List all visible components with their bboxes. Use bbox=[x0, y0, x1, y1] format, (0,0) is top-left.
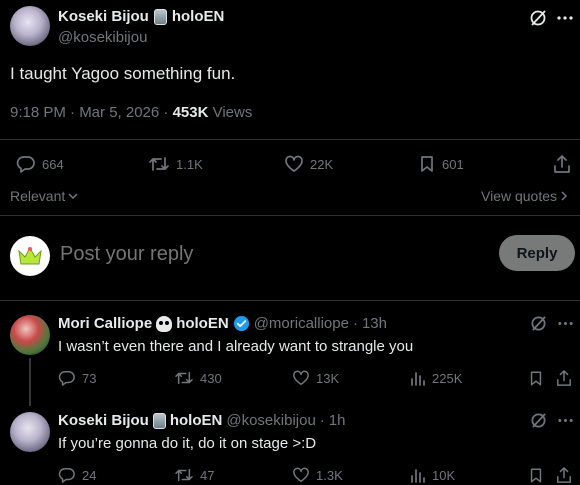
reply-header: Koseki Bijou holoEN @kosekibijou · 1h bbox=[58, 412, 346, 429]
like-count: 1.3K bbox=[316, 467, 343, 483]
share-icon[interactable] bbox=[556, 369, 572, 387]
view-quotes-label: View quotes bbox=[481, 188, 558, 204]
share-icon[interactable] bbox=[556, 466, 572, 484]
views-count: 10K bbox=[432, 467, 456, 483]
views-action[interactable]: 10K bbox=[410, 467, 455, 483]
views-action[interactable]: 225K bbox=[410, 370, 462, 386]
view-quotes-link[interactable]: View quotes bbox=[481, 188, 568, 204]
like-action[interactable]: 22K bbox=[284, 155, 333, 173]
my-avatar[interactable] bbox=[10, 236, 50, 276]
reply-action[interactable]: 24 bbox=[58, 467, 96, 483]
bookmark-count: 601 bbox=[442, 156, 464, 172]
reply-author-name[interactable]: Koseki Bijou bbox=[58, 412, 149, 429]
avatar-koseki-bijou[interactable] bbox=[10, 412, 50, 452]
views-count: 453K bbox=[172, 104, 209, 121]
repost-action[interactable]: 1.1K bbox=[148, 155, 203, 173]
post-text: I taught Yagoo something fun. bbox=[10, 64, 236, 83]
divider bbox=[0, 139, 580, 140]
thread-line bbox=[29, 358, 31, 406]
reply-text: If you’re gonna do it, do it on stage >:… bbox=[58, 435, 317, 452]
verified-badge-icon bbox=[233, 315, 249, 332]
reply-input[interactable] bbox=[60, 240, 480, 268]
author-org: holoEN bbox=[171, 8, 225, 25]
reply-header: Mori Calliope holoEN @moricalliope · 13h bbox=[58, 315, 387, 332]
like-count: 22K bbox=[310, 156, 334, 172]
reply-icon bbox=[58, 468, 75, 483]
more-options-icon[interactable] bbox=[557, 315, 574, 332]
heart-icon bbox=[285, 155, 303, 172]
reply-age[interactable]: 13h bbox=[362, 315, 387, 332]
repost-action[interactable]: 47 bbox=[174, 467, 214, 483]
repost-count: 47 bbox=[200, 467, 215, 483]
reply-age[interactable]: 1h bbox=[329, 412, 346, 429]
repost-icon bbox=[175, 468, 193, 482]
reply-button[interactable]: Reply bbox=[499, 235, 575, 271]
reply-action[interactable]: 664 bbox=[16, 155, 64, 173]
sort-dropdown[interactable]: Relevant bbox=[10, 188, 78, 204]
bookmark-icon[interactable] bbox=[528, 370, 544, 387]
like-action[interactable]: 1.3K bbox=[292, 467, 343, 483]
reply-text: I wasn’t even there and I already want t… bbox=[58, 338, 414, 355]
repost-count: 430 bbox=[200, 370, 222, 386]
reply-action[interactable]: 73 bbox=[58, 370, 96, 386]
chevron-down-icon bbox=[68, 193, 78, 200]
reply-author-name[interactable]: Mori Calliope bbox=[58, 315, 152, 332]
bookmark-icon[interactable] bbox=[528, 467, 544, 484]
repost-action[interactable]: 430 bbox=[174, 370, 222, 386]
repost-icon bbox=[149, 157, 169, 171]
rock-emoji-icon bbox=[152, 412, 166, 429]
avatar-mori-calliope[interactable] bbox=[10, 315, 50, 355]
author-handle[interactable]: @kosekibijou bbox=[58, 29, 147, 46]
bookmark-action[interactable]: 601 bbox=[418, 155, 464, 173]
grok-icon[interactable] bbox=[529, 9, 547, 27]
views-count: 225K bbox=[432, 370, 463, 386]
heart-icon bbox=[293, 370, 309, 385]
more-options-icon[interactable] bbox=[556, 9, 574, 27]
reply-author-org: holoEN bbox=[169, 412, 223, 429]
reply-handle[interactable]: @moricalliope bbox=[254, 315, 349, 332]
reply-author-org: holoEN bbox=[176, 315, 229, 332]
like-action[interactable]: 13K bbox=[292, 370, 339, 386]
post-meta: 9:18 PM · Mar 5, 2026 · 453K Views bbox=[10, 104, 252, 121]
divider bbox=[0, 215, 580, 216]
sort-label: Relevant bbox=[10, 188, 66, 204]
reply-count: 73 bbox=[82, 370, 97, 386]
reply-icon bbox=[16, 156, 35, 173]
more-options-icon[interactable] bbox=[557, 412, 574, 429]
chevron-right-icon bbox=[561, 191, 568, 201]
bookmark-icon bbox=[421, 156, 433, 172]
reply-count: 24 bbox=[82, 467, 97, 483]
grok-icon[interactable] bbox=[530, 412, 547, 429]
author-name-row: Koseki Bijou holoEN bbox=[58, 8, 224, 25]
repost-icon bbox=[175, 371, 193, 385]
avatar-koseki-bijou[interactable] bbox=[10, 6, 50, 46]
views-label: Views bbox=[208, 104, 253, 121]
grok-icon[interactable] bbox=[530, 315, 547, 332]
rock-emoji-icon bbox=[153, 8, 167, 25]
post-timestamp[interactable]: 9:18 PM · Mar 5, 2026 · bbox=[10, 104, 173, 121]
crown-icon bbox=[18, 246, 42, 265]
repost-count: 1.1K bbox=[176, 156, 203, 172]
reply-handle[interactable]: @kosekibijou bbox=[226, 412, 315, 429]
skull-emoji-icon bbox=[156, 315, 173, 332]
views-chart-icon bbox=[411, 372, 425, 386]
like-count: 13K bbox=[316, 370, 340, 386]
reply-icon bbox=[58, 371, 75, 386]
share-icon[interactable] bbox=[553, 154, 571, 174]
heart-icon bbox=[293, 467, 309, 482]
views-chart-icon bbox=[411, 469, 425, 483]
author-name[interactable]: Koseki Bijou bbox=[58, 8, 149, 25]
reply-count: 664 bbox=[42, 156, 64, 172]
divider bbox=[0, 300, 580, 301]
